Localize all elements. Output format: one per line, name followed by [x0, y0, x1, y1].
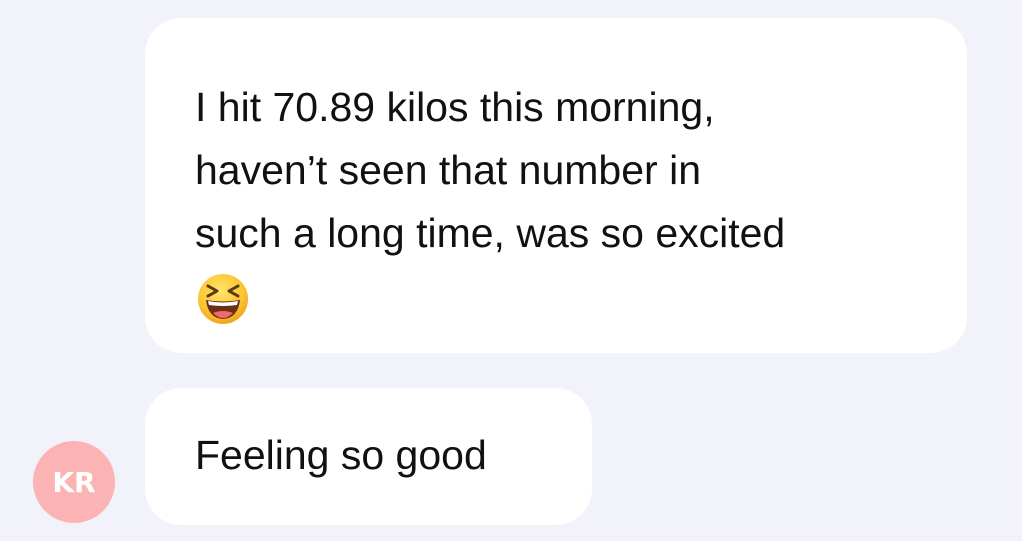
message-text-line: haven’t seen that number in [195, 147, 701, 193]
avatar[interactable]: KR [33, 441, 115, 523]
message-text-line: I hit 70.89 kilos this morning, [195, 84, 715, 130]
message-text-line: Feeling so good [195, 432, 487, 478]
avatar-initials: KR [52, 465, 96, 499]
message-bubble[interactable]: I hit 70.89 kilos this morning, haven’t … [145, 18, 967, 353]
grinning-squinting-face-emoji [198, 274, 248, 324]
message-text-line: such a long time, was so excited [195, 210, 786, 256]
message-bubble[interactable]: Feeling so good [145, 388, 592, 525]
